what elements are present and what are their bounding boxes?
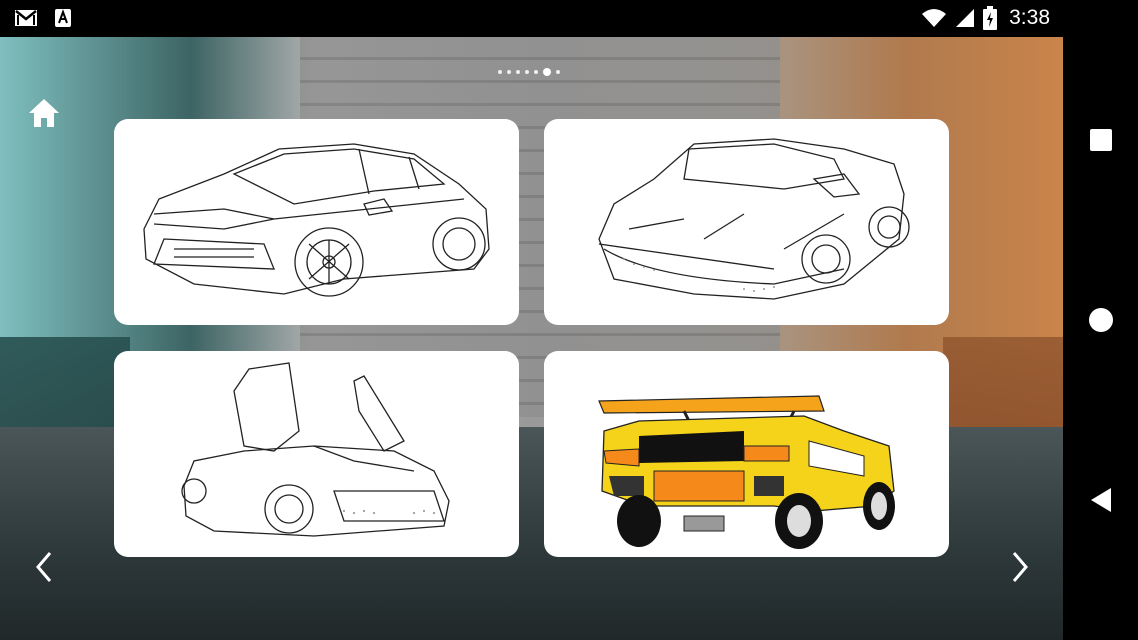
battery-icon <box>983 6 998 30</box>
page-dot-active <box>543 68 551 76</box>
system-home-button[interactable] <box>1087 306 1115 334</box>
car-card-yellow-supercar[interactable] <box>544 351 949 557</box>
signal-icon <box>956 9 975 27</box>
home-button[interactable] <box>27 97 61 129</box>
convertible-line-art <box>598 138 910 300</box>
chevron-right-icon <box>1012 552 1028 582</box>
page-dot <box>498 70 502 74</box>
back-triangle-icon <box>1091 488 1111 512</box>
suv-line-art <box>143 143 490 297</box>
recents-square-icon <box>1090 129 1112 151</box>
app-a-icon <box>55 9 71 27</box>
previous-page-button[interactable] <box>30 547 58 587</box>
car-card-suv[interactable] <box>114 119 519 325</box>
page-dot <box>516 70 520 74</box>
back-button[interactable] <box>1087 486 1115 514</box>
page-dot <box>556 70 560 74</box>
system-nav-bar <box>1063 0 1138 640</box>
next-page-button[interactable] <box>1006 547 1034 587</box>
page-dot <box>507 70 511 74</box>
chevron-left-icon <box>36 552 52 582</box>
status-bar: 3:38 <box>0 0 1138 37</box>
gmail-icon <box>15 10 37 26</box>
app-area <box>0 37 1063 640</box>
scissor-door-line-art <box>181 362 450 537</box>
page-dot <box>534 70 538 74</box>
home-icon <box>29 99 59 127</box>
yellow-supercar-art <box>598 395 895 549</box>
home-circle-icon <box>1089 308 1113 332</box>
status-time: 3:38 <box>1009 6 1050 29</box>
car-card-scissor-doors[interactable] <box>114 351 519 557</box>
recents-button[interactable] <box>1087 126 1115 154</box>
page-indicator <box>498 68 560 76</box>
wifi-icon <box>922 9 947 27</box>
car-card-convertible[interactable] <box>544 119 949 325</box>
page-dot <box>525 70 529 74</box>
